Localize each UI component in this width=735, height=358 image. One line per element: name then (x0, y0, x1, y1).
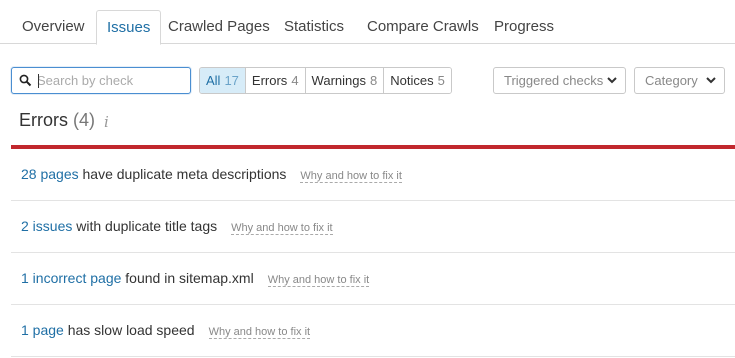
filter-warnings-count: 8 (369, 73, 378, 88)
filter-all-count: 17 (224, 73, 239, 88)
category-label: Category (645, 73, 698, 88)
issue-description: have duplicate meta descriptions (78, 166, 287, 182)
section-title: Errors (4) (19, 110, 95, 131)
tab-progress[interactable]: Progress (484, 10, 564, 44)
section-count: (4) (73, 110, 96, 130)
fix-hint-link[interactable]: Why and how to fix it (300, 170, 402, 183)
fix-hint-link[interactable]: Why and how to fix it (231, 222, 333, 235)
filter-warnings-label: Warnings (311, 73, 366, 88)
filter-notices-label: Notices (390, 73, 434, 88)
text-cursor (38, 74, 39, 88)
issue-row: 2 issues with duplicate title tags Why an… (11, 201, 735, 253)
filter-all-label: All (206, 73, 221, 88)
filter-errors-button[interactable]: Errors 4 (245, 68, 306, 93)
tab-statistics[interactable]: Statistics (274, 10, 354, 44)
filter-errors-count: 4 (291, 73, 299, 88)
fix-hint-link[interactable]: Why and how to fix it (208, 326, 311, 339)
category-dropdown[interactable]: Category (634, 67, 725, 94)
filter-all-button[interactable]: All 17 (200, 68, 246, 93)
triggered-checks-dropdown[interactable]: Triggered checks (493, 67, 626, 94)
tab-compare-crawls[interactable]: Compare Crawls (357, 10, 489, 44)
search-icon (19, 74, 32, 87)
issue-description: has slow load speed (63, 322, 195, 338)
tab-crawled-pages[interactable]: Crawled Pages (158, 10, 280, 44)
issue-link[interactable]: 1 incorrect page (21, 270, 121, 286)
issue-description: found in sitemap.xml (121, 270, 254, 286)
fix-hint-link[interactable]: Why and how to fix it (267, 274, 370, 287)
issue-description: with duplicate title tags (72, 218, 218, 234)
issue-row: 28 pages have duplicate meta description… (11, 149, 735, 201)
info-icon[interactable]: i (104, 113, 109, 131)
filter-warnings-button[interactable]: Warnings 8 (305, 68, 385, 93)
chevron-down-icon (607, 77, 617, 84)
filter-notices-button[interactable]: Notices 5 (384, 68, 451, 93)
tab-issues[interactable]: Issues (96, 10, 162, 45)
issue-row: 1 page has slow load speed Why and how to… (11, 305, 735, 357)
tab-bar: Overview Issues Crawled Pages Statistics… (0, 0, 735, 45)
issue-row: 1 incorrect page found in sitemap.xml Why… (11, 253, 735, 305)
issue-link[interactable]: 28 pages (21, 166, 79, 182)
chevron-down-icon (706, 77, 716, 84)
severity-filter-group: All 17 Errors 4 Warnings 8 Notices 5 (199, 67, 452, 94)
filter-notices-count: 5 (437, 73, 445, 88)
search-box[interactable] (11, 67, 191, 94)
triggered-checks-label: Triggered checks (504, 73, 604, 88)
search-input[interactable] (37, 71, 187, 90)
issue-link[interactable]: 2 issues (21, 218, 72, 234)
issue-link[interactable]: 1 page (21, 322, 64, 338)
tab-overview[interactable]: Overview (12, 10, 95, 44)
filter-errors-label: Errors (251, 73, 288, 88)
section-title-text: Errors (19, 110, 68, 130)
